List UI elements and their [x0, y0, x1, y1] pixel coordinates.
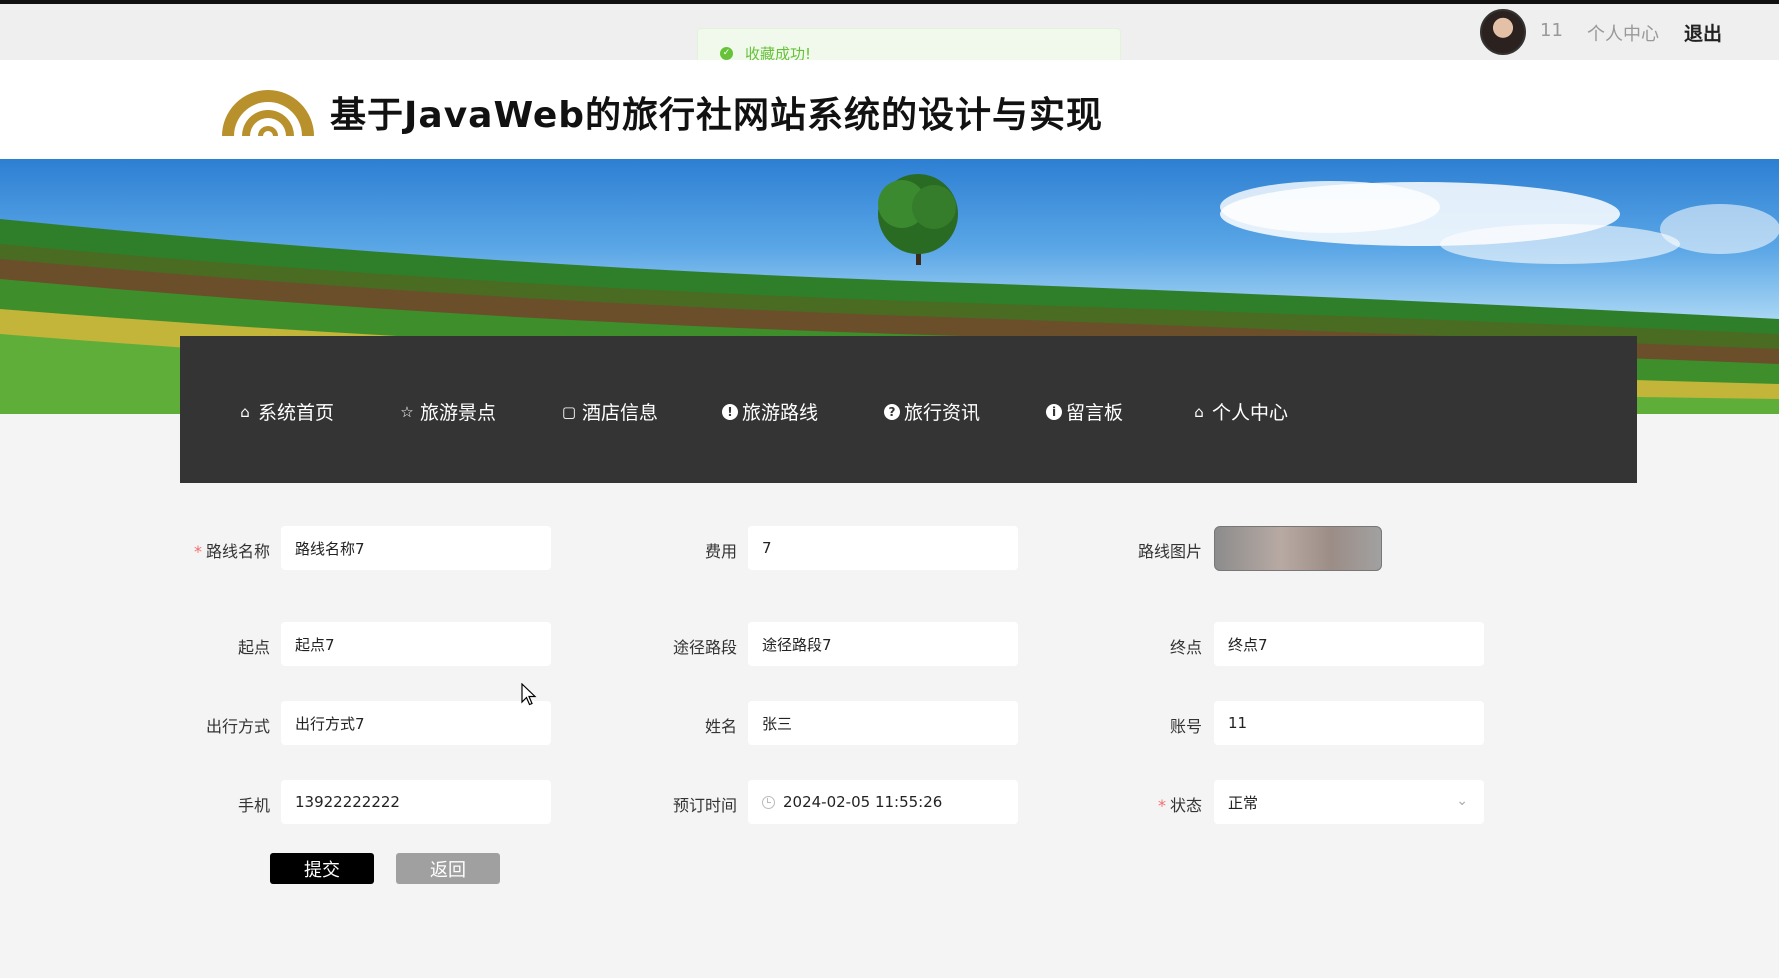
info-icon: i	[1046, 403, 1062, 420]
account-input[interactable]: 11	[1214, 701, 1484, 745]
star-icon: ☆	[400, 402, 414, 421]
route-name-input[interactable]: 路线名称7	[281, 526, 551, 570]
site-title: 基于JavaWeb的旅行社网站系统的设计与实现	[330, 95, 1104, 136]
nav-label: 旅游路线	[742, 402, 819, 424]
check-circle-icon: ✓	[720, 46, 733, 60]
via-label: 途径路段	[672, 638, 737, 657]
nav-label: 个人中心	[1212, 402, 1289, 424]
back-button[interactable]: 返回	[396, 853, 500, 884]
nav-item-personal-center[interactable]: ⌂ 个人中心	[1190, 398, 1288, 425]
nav-label: 留言板	[1066, 402, 1124, 424]
travel-mode-label: 出行方式	[205, 717, 270, 736]
route-name-label: * 路线名称	[193, 542, 270, 561]
start-input[interactable]: 起点7	[281, 622, 551, 666]
phone-input[interactable]: 13922222222	[281, 780, 551, 824]
submit-button[interactable]: 提交	[270, 853, 374, 884]
site-header: 基于JavaWeb的旅行社网站系统的设计与实现	[0, 60, 1779, 159]
clock-icon	[762, 795, 775, 809]
exclamation-icon: !	[722, 403, 738, 420]
nav-item-message-board[interactable]: i 留言板	[1046, 398, 1123, 425]
nav-label: 旅行资讯	[904, 402, 981, 424]
nav-label: 酒店信息	[582, 402, 659, 424]
end-label: 终点	[1169, 638, 1202, 657]
personal-center-link[interactable]: 个人中心	[1587, 20, 1659, 46]
home-icon: ⌂	[240, 402, 250, 421]
nav-item-routes[interactable]: ! 旅游路线	[722, 398, 818, 425]
account-label: 账号	[1169, 717, 1202, 736]
via-input[interactable]: 途径路段7	[748, 622, 1018, 666]
nav-item-hotels[interactable]: ▢ 酒店信息	[560, 398, 658, 425]
avatar[interactable]	[1480, 9, 1526, 55]
status-label: * 状态	[1157, 796, 1202, 815]
logout-link[interactable]: 退出	[1684, 19, 1722, 46]
mouse-cursor-icon	[521, 683, 537, 706]
end-input[interactable]: 终点7	[1214, 622, 1484, 666]
user-id: 11	[1540, 20, 1563, 41]
chevron-down-icon: ⌄	[1456, 793, 1468, 809]
name-label: 姓名	[704, 717, 737, 736]
nav-item-news[interactable]: ? 旅行资讯	[884, 398, 980, 425]
nav-label: 系统首页	[258, 402, 335, 424]
fee-input[interactable]: 7	[748, 526, 1018, 570]
fee-label: 费用	[704, 542, 737, 561]
booking-time-picker[interactable]: 2024-02-05 11:55:26	[748, 780, 1018, 824]
route-image-thumbnail[interactable]	[1214, 526, 1382, 571]
home-icon: ⌂	[1194, 402, 1204, 421]
nav-item-attractions[interactable]: ☆ 旅游景点	[398, 398, 496, 425]
nav-item-home[interactable]: ⌂ 系统首页	[236, 398, 334, 425]
question-icon: ?	[884, 403, 900, 420]
bag-icon: ▢	[561, 402, 577, 421]
name-input[interactable]: 张三	[748, 701, 1018, 745]
phone-label: 手机	[237, 796, 270, 815]
main-nav: ⌂ 系统首页 ☆ 旅游景点 ▢ 酒店信息 ! 旅游路线 ? 旅行资讯 i 留言板…	[180, 336, 1637, 483]
start-label: 起点	[237, 638, 270, 657]
booking-time-label: 预订时间	[672, 796, 737, 815]
nav-label: 旅游景点	[420, 402, 497, 424]
route-image-label: 路线图片	[1137, 542, 1202, 561]
travel-mode-input[interactable]: 出行方式7	[281, 701, 551, 745]
status-select[interactable]: 正常 ⌄	[1214, 780, 1484, 824]
site-logo	[222, 90, 314, 136]
